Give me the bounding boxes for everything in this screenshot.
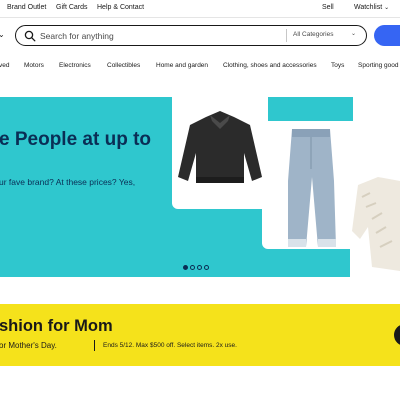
category-nav: ved Motors Electronics Collectibles Home… — [0, 59, 400, 73]
watchlist-link[interactable]: Watchlist ⌄ — [354, 4, 389, 11]
chevron-down-icon: ⌄ — [384, 5, 390, 11]
search-input[interactable] — [40, 28, 280, 43]
brand-outlet-link[interactable]: Brand Outlet — [7, 4, 46, 11]
product-image-blouse[interactable] — [350, 163, 400, 278]
promo-fine-print: Ends 5/12. Max $500 off. Select items. 2… — [103, 342, 237, 349]
sell-link[interactable]: Sell — [322, 4, 334, 11]
blouse-image — [352, 177, 400, 271]
help-contact-link[interactable]: Help & Contact — [97, 4, 144, 11]
nav-item-home-garden[interactable]: Home and garden — [156, 62, 208, 69]
gift-cards-link[interactable]: Gift Cards — [56, 4, 88, 11]
nav-item-motors[interactable]: Motors — [24, 62, 44, 69]
promo-title: shion for Mom — [0, 317, 113, 335]
search-button[interactable] — [374, 25, 400, 46]
sweater-image — [178, 111, 262, 183]
watchlist-label: Watchlist — [354, 4, 383, 11]
product-card-jeans[interactable] — [262, 121, 353, 249]
hero-banner[interactable]: e People at up to ur fave brand? At thes… — [0, 97, 353, 277]
promo-subtitle: or Mother's Day. — [0, 341, 57, 350]
nav-item-toys[interactable]: Toys — [331, 62, 344, 69]
nav-item-collectibles[interactable]: Collectibles — [107, 62, 140, 69]
carousel-dot[interactable] — [197, 265, 202, 270]
hero-subtitle: ur fave brand? At these prices? Yes, — [0, 177, 136, 187]
top-utility-bar: Brand Outlet Gift Cards Help & Contact S… — [0, 0, 400, 16]
search-bar: All Categories ⌄ — [15, 25, 367, 46]
nav-item-electronics[interactable]: Electronics — [59, 62, 91, 69]
header-divider — [0, 17, 400, 18]
carousel-dot[interactable] — [183, 265, 188, 270]
chevron-down-icon[interactable]: ⌄ — [351, 30, 356, 37]
carousel-dot[interactable] — [204, 265, 209, 270]
search-divider — [286, 29, 287, 42]
category-select[interactable]: All Categories — [293, 31, 333, 38]
jeans-image — [288, 129, 336, 247]
carousel-dot[interactable] — [190, 265, 195, 270]
promo-banner[interactable]: shion for Mom or Mother's Day. Ends 5/12… — [0, 304, 400, 366]
nav-item-sporting-goods[interactable]: Sporting good — [358, 62, 398, 69]
promo-divider — [94, 340, 95, 351]
nav-item-saved[interactable]: ved — [0, 62, 9, 69]
nav-item-clothing[interactable]: Clothing, shoes and accessories — [223, 62, 317, 69]
search-icon — [24, 30, 36, 42]
chevron-down-icon[interactable]: ⌄ — [0, 30, 5, 39]
arrow-button[interactable] — [394, 324, 400, 346]
hero-title: e People at up to — [0, 129, 152, 150]
product-card-sweater[interactable] — [172, 97, 268, 209]
